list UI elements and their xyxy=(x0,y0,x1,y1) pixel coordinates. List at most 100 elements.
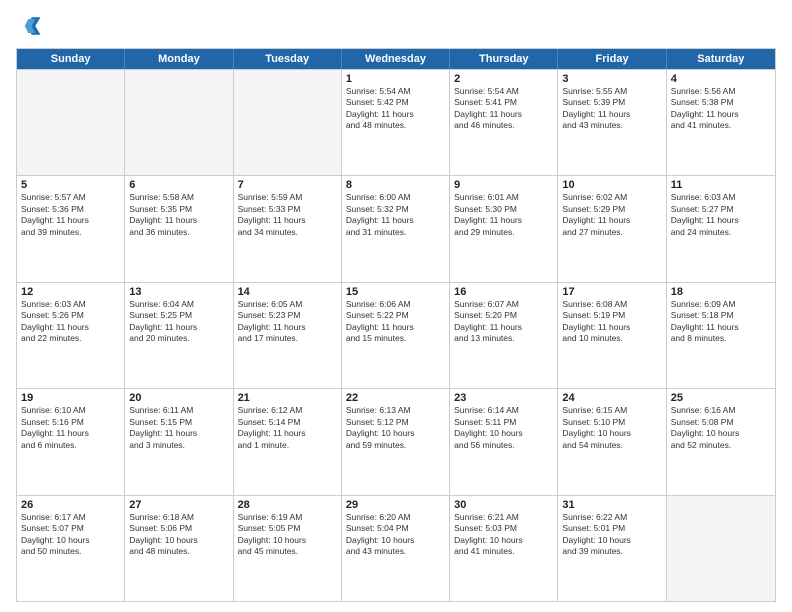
day-number: 15 xyxy=(346,286,445,298)
day-info: Sunrise: 5:58 AM Sunset: 5:35 PM Dayligh… xyxy=(129,192,228,238)
cal-cell: 2Sunrise: 5:54 AM Sunset: 5:41 PM Daylig… xyxy=(450,70,558,175)
cal-cell: 16Sunrise: 6:07 AM Sunset: 5:20 PM Dayli… xyxy=(450,283,558,388)
day-info: Sunrise: 6:12 AM Sunset: 5:14 PM Dayligh… xyxy=(238,405,337,451)
cal-cell: 28Sunrise: 6:19 AM Sunset: 5:05 PM Dayli… xyxy=(234,496,342,601)
cal-cell: 27Sunrise: 6:18 AM Sunset: 5:06 PM Dayli… xyxy=(125,496,233,601)
header-day-tuesday: Tuesday xyxy=(234,49,342,69)
cal-cell: 20Sunrise: 6:11 AM Sunset: 5:15 PM Dayli… xyxy=(125,389,233,494)
cal-cell: 31Sunrise: 6:22 AM Sunset: 5:01 PM Dayli… xyxy=(558,496,666,601)
day-info: Sunrise: 6:11 AM Sunset: 5:15 PM Dayligh… xyxy=(129,405,228,451)
cal-cell: 22Sunrise: 6:13 AM Sunset: 5:12 PM Dayli… xyxy=(342,389,450,494)
day-number: 13 xyxy=(129,286,228,298)
day-info: Sunrise: 6:01 AM Sunset: 5:30 PM Dayligh… xyxy=(454,192,553,238)
day-info: Sunrise: 5:56 AM Sunset: 5:38 PM Dayligh… xyxy=(671,86,771,132)
header-day-monday: Monday xyxy=(125,49,233,69)
day-info: Sunrise: 6:18 AM Sunset: 5:06 PM Dayligh… xyxy=(129,512,228,558)
day-number: 16 xyxy=(454,286,553,298)
day-info: Sunrise: 5:54 AM Sunset: 5:41 PM Dayligh… xyxy=(454,86,553,132)
cal-cell xyxy=(234,70,342,175)
header-day-wednesday: Wednesday xyxy=(342,49,450,69)
day-info: Sunrise: 6:03 AM Sunset: 5:26 PM Dayligh… xyxy=(21,299,120,345)
day-info: Sunrise: 5:59 AM Sunset: 5:33 PM Dayligh… xyxy=(238,192,337,238)
day-number: 2 xyxy=(454,73,553,85)
cal-cell: 6Sunrise: 5:58 AM Sunset: 5:35 PM Daylig… xyxy=(125,176,233,281)
cal-cell: 15Sunrise: 6:06 AM Sunset: 5:22 PM Dayli… xyxy=(342,283,450,388)
day-number: 26 xyxy=(21,499,120,511)
cal-cell: 24Sunrise: 6:15 AM Sunset: 5:10 PM Dayli… xyxy=(558,389,666,494)
header-day-friday: Friday xyxy=(558,49,666,69)
cal-row-4: 26Sunrise: 6:17 AM Sunset: 5:07 PM Dayli… xyxy=(17,495,775,601)
day-info: Sunrise: 6:02 AM Sunset: 5:29 PM Dayligh… xyxy=(562,192,661,238)
calendar: SundayMondayTuesdayWednesdayThursdayFrid… xyxy=(16,48,776,602)
cal-cell: 23Sunrise: 6:14 AM Sunset: 5:11 PM Dayli… xyxy=(450,389,558,494)
day-info: Sunrise: 6:15 AM Sunset: 5:10 PM Dayligh… xyxy=(562,405,661,451)
cal-cell: 3Sunrise: 5:55 AM Sunset: 5:39 PM Daylig… xyxy=(558,70,666,175)
day-number: 7 xyxy=(238,179,337,191)
day-info: Sunrise: 6:14 AM Sunset: 5:11 PM Dayligh… xyxy=(454,405,553,451)
header xyxy=(16,12,776,40)
day-number: 21 xyxy=(238,392,337,404)
day-info: Sunrise: 5:57 AM Sunset: 5:36 PM Dayligh… xyxy=(21,192,120,238)
day-info: Sunrise: 6:20 AM Sunset: 5:04 PM Dayligh… xyxy=(346,512,445,558)
cal-cell: 5Sunrise: 5:57 AM Sunset: 5:36 PM Daylig… xyxy=(17,176,125,281)
day-number: 11 xyxy=(671,179,771,191)
day-info: Sunrise: 6:08 AM Sunset: 5:19 PM Dayligh… xyxy=(562,299,661,345)
day-number: 5 xyxy=(21,179,120,191)
day-number: 17 xyxy=(562,286,661,298)
cal-cell: 9Sunrise: 6:01 AM Sunset: 5:30 PM Daylig… xyxy=(450,176,558,281)
cal-cell: 25Sunrise: 6:16 AM Sunset: 5:08 PM Dayli… xyxy=(667,389,775,494)
day-number: 4 xyxy=(671,73,771,85)
day-info: Sunrise: 6:07 AM Sunset: 5:20 PM Dayligh… xyxy=(454,299,553,345)
day-info: Sunrise: 6:09 AM Sunset: 5:18 PM Dayligh… xyxy=(671,299,771,345)
day-number: 20 xyxy=(129,392,228,404)
day-info: Sunrise: 6:16 AM Sunset: 5:08 PM Dayligh… xyxy=(671,405,771,451)
day-number: 18 xyxy=(671,286,771,298)
day-number: 30 xyxy=(454,499,553,511)
day-number: 1 xyxy=(346,73,445,85)
cal-cell: 21Sunrise: 6:12 AM Sunset: 5:14 PM Dayli… xyxy=(234,389,342,494)
day-info: Sunrise: 5:54 AM Sunset: 5:42 PM Dayligh… xyxy=(346,86,445,132)
cal-cell xyxy=(17,70,125,175)
day-number: 24 xyxy=(562,392,661,404)
cal-cell xyxy=(667,496,775,601)
logo-icon xyxy=(16,12,44,40)
cal-cell: 14Sunrise: 6:05 AM Sunset: 5:23 PM Dayli… xyxy=(234,283,342,388)
day-info: Sunrise: 6:22 AM Sunset: 5:01 PM Dayligh… xyxy=(562,512,661,558)
day-info: Sunrise: 6:10 AM Sunset: 5:16 PM Dayligh… xyxy=(21,405,120,451)
calendar-body: 1Sunrise: 5:54 AM Sunset: 5:42 PM Daylig… xyxy=(17,69,775,601)
day-number: 9 xyxy=(454,179,553,191)
cal-cell: 13Sunrise: 6:04 AM Sunset: 5:25 PM Dayli… xyxy=(125,283,233,388)
header-day-thursday: Thursday xyxy=(450,49,558,69)
calendar-header: SundayMondayTuesdayWednesdayThursdayFrid… xyxy=(17,49,775,69)
header-day-sunday: Sunday xyxy=(17,49,125,69)
day-info: Sunrise: 6:06 AM Sunset: 5:22 PM Dayligh… xyxy=(346,299,445,345)
cal-cell: 7Sunrise: 5:59 AM Sunset: 5:33 PM Daylig… xyxy=(234,176,342,281)
day-number: 10 xyxy=(562,179,661,191)
cal-cell: 18Sunrise: 6:09 AM Sunset: 5:18 PM Dayli… xyxy=(667,283,775,388)
cal-cell: 17Sunrise: 6:08 AM Sunset: 5:19 PM Dayli… xyxy=(558,283,666,388)
day-number: 22 xyxy=(346,392,445,404)
day-number: 6 xyxy=(129,179,228,191)
day-number: 19 xyxy=(21,392,120,404)
day-number: 12 xyxy=(21,286,120,298)
cal-cell: 10Sunrise: 6:02 AM Sunset: 5:29 PM Dayli… xyxy=(558,176,666,281)
day-number: 23 xyxy=(454,392,553,404)
day-info: Sunrise: 5:55 AM Sunset: 5:39 PM Dayligh… xyxy=(562,86,661,132)
cal-cell: 30Sunrise: 6:21 AM Sunset: 5:03 PM Dayli… xyxy=(450,496,558,601)
day-number: 29 xyxy=(346,499,445,511)
cal-cell: 8Sunrise: 6:00 AM Sunset: 5:32 PM Daylig… xyxy=(342,176,450,281)
day-number: 8 xyxy=(346,179,445,191)
day-number: 3 xyxy=(562,73,661,85)
cal-cell: 12Sunrise: 6:03 AM Sunset: 5:26 PM Dayli… xyxy=(17,283,125,388)
day-number: 28 xyxy=(238,499,337,511)
day-info: Sunrise: 6:03 AM Sunset: 5:27 PM Dayligh… xyxy=(671,192,771,238)
cal-cell: 19Sunrise: 6:10 AM Sunset: 5:16 PM Dayli… xyxy=(17,389,125,494)
cal-cell: 1Sunrise: 5:54 AM Sunset: 5:42 PM Daylig… xyxy=(342,70,450,175)
day-number: 14 xyxy=(238,286,337,298)
cal-cell: 29Sunrise: 6:20 AM Sunset: 5:04 PM Dayli… xyxy=(342,496,450,601)
day-info: Sunrise: 6:21 AM Sunset: 5:03 PM Dayligh… xyxy=(454,512,553,558)
page: SundayMondayTuesdayWednesdayThursdayFrid… xyxy=(0,0,792,612)
cal-row-1: 5Sunrise: 5:57 AM Sunset: 5:36 PM Daylig… xyxy=(17,175,775,281)
cal-cell xyxy=(125,70,233,175)
day-number: 27 xyxy=(129,499,228,511)
